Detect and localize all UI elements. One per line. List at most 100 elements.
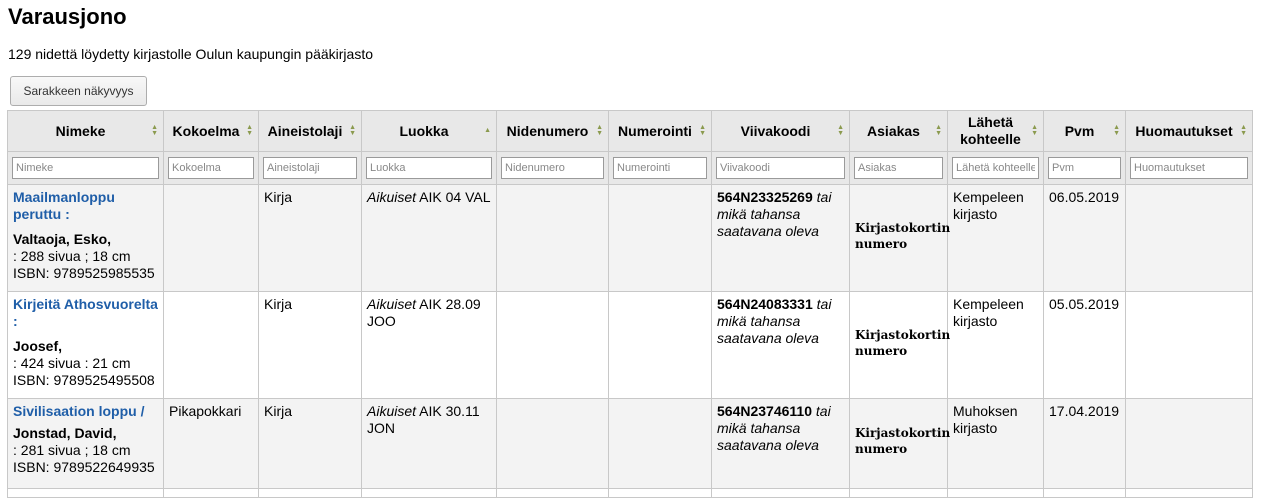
- column-visibility-button[interactable]: Sarakkeen näkyvyys: [10, 76, 147, 106]
- date-cell: 05.05.2019: [1043, 291, 1126, 399]
- filter-cell: [947, 151, 1044, 185]
- patron-card-number: Kirjastokortin numero: [855, 425, 951, 456]
- sort-both-icon: ▲ ▼: [1113, 124, 1120, 137]
- filter-cell: [361, 151, 497, 185]
- patron-card-number: Kirjastokortin numero: [855, 221, 951, 251]
- title-link[interactable]: Maailmanloppu peruttu :: [13, 189, 158, 223]
- filter-enumeration-input[interactable]: [613, 157, 707, 179]
- column-header-title[interactable]: Nimeke ▲ ▼: [7, 110, 164, 152]
- filter-cell: [1043, 151, 1126, 185]
- patron-cell: Kirjastokortin numero: [849, 291, 951, 399]
- date-cell: 06.05.2019: [1043, 184, 1126, 292]
- column-header-item-type[interactable]: Aineistolaji ▲ ▼: [258, 110, 362, 152]
- column-header-collection[interactable]: Kokoelma ▲ ▼: [163, 110, 259, 152]
- callnumber: AIK 04 VAL: [416, 189, 491, 205]
- filter-notes-input[interactable]: [1130, 157, 1248, 179]
- patron-cell: Kirjastokortin numero: [849, 398, 951, 489]
- sort-both-icon: ▲ ▼: [837, 124, 844, 137]
- filter-cell: [711, 151, 850, 185]
- notes-cell: [1125, 184, 1253, 292]
- item-type-cell: Kirja: [258, 398, 362, 489]
- table-row: Maailmanloppu peruttu : Valtaoja, Esko, …: [7, 184, 1253, 292]
- notes-cell: [1125, 398, 1253, 489]
- barcode-cell: 564N24083331 tai mikä tahansa saatavana …: [711, 291, 850, 399]
- callnumber-location: Aikuiset: [367, 403, 417, 419]
- physical-description: : 288 sivua ; 18 cm: [13, 248, 131, 264]
- filter-callnumber-input[interactable]: [366, 157, 492, 179]
- column-header-callnumber[interactable]: Luokka ▲: [361, 110, 497, 152]
- sort-ascending-icon: ▲: [484, 127, 491, 134]
- barcode: 564N23325269: [717, 189, 813, 205]
- column-header-barcode[interactable]: Viivakoodi ▲ ▼: [711, 110, 850, 152]
- sort-both-icon: ▲ ▼: [349, 124, 356, 137]
- send-to-cell: Kempeleen kirjasto: [947, 184, 1044, 292]
- callnumber-location: Aikuiset: [367, 189, 417, 205]
- copynumber-cell: [496, 398, 609, 489]
- collection-cell: [163, 184, 259, 292]
- copynumber-cell: [496, 184, 609, 292]
- filter-barcode-input[interactable]: [716, 157, 845, 179]
- column-header-patron[interactable]: Asiakas ▲ ▼: [849, 110, 948, 152]
- filter-patron-input[interactable]: [854, 157, 943, 179]
- sort-both-icon: ▲ ▼: [596, 124, 603, 137]
- date-cell: 17.04.2019: [1043, 398, 1126, 489]
- title-cell: Sivilisaation loppu / Jonstad, David, : …: [7, 398, 164, 489]
- isbn: ISBN: 9789525495508: [13, 372, 155, 388]
- sort-both-icon: ▲ ▼: [246, 124, 253, 137]
- item-type-cell: Kirja: [258, 184, 362, 292]
- filter-item-type-input[interactable]: [263, 157, 357, 179]
- filter-cell: [163, 151, 259, 185]
- physical-description: : 281 sivua ; 18 cm: [13, 442, 131, 458]
- filter-cell: [608, 151, 712, 185]
- table-row: Sivilisaation loppu / Jonstad, David, : …: [7, 398, 1253, 489]
- column-header-notes[interactable]: Huomautukset ▲ ▼: [1125, 110, 1253, 152]
- collection-cell: [163, 291, 259, 399]
- author: Joosef,: [13, 338, 63, 354]
- items-found-summary: 129 nidettä löydetty kirjastolle Oulun k…: [8, 46, 374, 62]
- table-row: Kirjeitä Athosvuorelta : Joosef, : 424 s…: [7, 291, 1253, 399]
- physical-description: : 424 sivua : 21 cm: [13, 355, 131, 371]
- notes-cell: [1125, 291, 1253, 399]
- patron-card-number: Kirjastokortin numero: [855, 328, 951, 358]
- filter-copynumber-input[interactable]: [501, 157, 604, 179]
- author: Valtaoja, Esko,: [13, 231, 112, 247]
- filter-send-to-input[interactable]: [952, 157, 1039, 179]
- filter-cell: [7, 151, 164, 185]
- callnumber-cell: Aikuiset AIK 28.09 JOO: [361, 291, 497, 399]
- enumeration-cell: [608, 291, 712, 399]
- column-header-copynumber[interactable]: Nidenumero ▲ ▼: [496, 110, 609, 152]
- page-title: Varausjono: [8, 4, 127, 29]
- sort-both-icon: ▲ ▼: [1031, 124, 1038, 137]
- filter-cell: [496, 151, 609, 185]
- item-type-cell: Kirja: [258, 291, 362, 399]
- sort-both-icon: ▲ ▼: [935, 124, 942, 137]
- filter-collection-input[interactable]: [168, 157, 254, 179]
- enumeration-cell: [608, 184, 712, 292]
- barcode-cell: 564N23746110 tai mikä tahansa saatavana …: [711, 398, 850, 489]
- title-cell: Kirjeitä Athosvuorelta : Joosef, : 424 s…: [7, 291, 164, 399]
- title-cell: Maailmanloppu peruttu : Valtaoja, Esko, …: [7, 184, 164, 292]
- barcode-cell: 564N23325269 tai mikä tahansa saatavana …: [711, 184, 850, 292]
- column-header-enumeration[interactable]: Numerointi ▲ ▼: [608, 110, 712, 152]
- column-header-send-to[interactable]: Lähetä kohteelle ▲ ▼: [947, 110, 1044, 152]
- filter-date-input[interactable]: [1048, 157, 1121, 179]
- title-link[interactable]: Sivilisaation loppu /: [13, 403, 158, 420]
- filter-cell: [1125, 151, 1253, 185]
- author: Jonstad, David,: [13, 425, 117, 441]
- callnumber-location: Aikuiset: [367, 296, 417, 312]
- isbn: ISBN: 9789522649935: [13, 459, 155, 475]
- filter-cell: [258, 151, 362, 185]
- filter-title-input[interactable]: [12, 157, 159, 179]
- sort-both-icon: ▲ ▼: [1240, 124, 1247, 137]
- column-header-date[interactable]: Pvm ▲ ▼: [1043, 110, 1126, 152]
- callnumber-cell: Aikuiset AIK 04 VAL: [361, 184, 497, 292]
- filter-cell: [849, 151, 948, 185]
- holds-queue-table: Nimeke ▲ ▼ Kokoelma ▲ ▼ Aineistolaji ▲ ▼ Luokk…: [7, 110, 1253, 498]
- sort-both-icon: ▲ ▼: [699, 124, 706, 137]
- copynumber-cell: [496, 291, 609, 399]
- isbn: ISBN: 9789525985535: [13, 265, 155, 281]
- callnumber-cell: Aikuiset AIK 30.11 JON: [361, 398, 497, 489]
- send-to-cell: Kempeleen kirjasto: [947, 291, 1044, 399]
- send-to-cell: Muhoksen kirjasto: [947, 398, 1044, 489]
- title-link[interactable]: Kirjeitä Athosvuorelta :: [13, 296, 158, 330]
